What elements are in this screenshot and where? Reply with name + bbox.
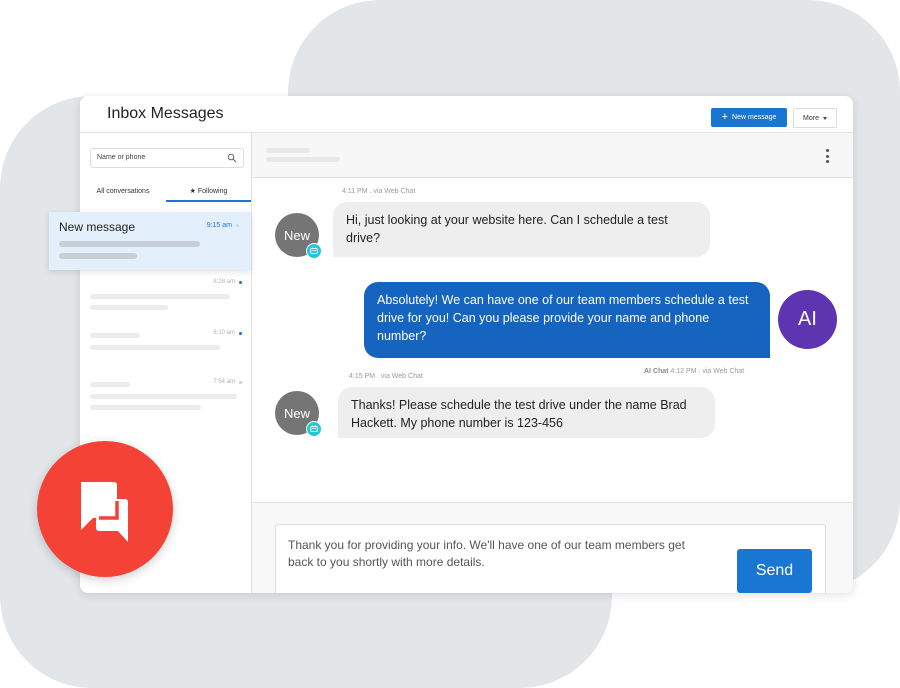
message-meta: AI Chat 4:12 PM . via Web Chat	[644, 368, 744, 375]
read-dot	[239, 381, 242, 384]
conversation-time: 8:10 am	[213, 330, 235, 336]
reply-textarea[interactable]: Thank you for providing your info. We'll…	[275, 524, 826, 593]
new-message-button[interactable]: + New message	[711, 108, 787, 127]
tab-all-conversations[interactable]: All conversations	[80, 182, 166, 200]
conversation-time: 9:15 am	[206, 222, 232, 229]
message-bubble-outgoing: Absolutely! We can have one of our team …	[364, 282, 770, 358]
message-meta-time: 4:12 PM . via Web Chat	[670, 368, 745, 375]
conversation-time: 7:54 am	[213, 379, 235, 385]
composer-area: Thank you for providing your info. We'll…	[252, 502, 853, 593]
read-dot	[236, 224, 239, 227]
contact-avatar: New	[275, 391, 322, 437]
conversation-item[interactable]: 7:54 am	[80, 378, 251, 423]
message-meta: 4:11 PM . via Web Chat	[342, 188, 416, 195]
webchat-badge-icon	[306, 421, 322, 437]
skeleton-line	[59, 241, 200, 247]
skeleton-line	[90, 333, 140, 338]
conversation-item[interactable]: 8:10 am	[80, 329, 251, 374]
contact-avatar: New	[275, 213, 322, 259]
message-bubble-incoming: Thanks! Please schedule the test drive u…	[338, 387, 715, 438]
avatar-label: New	[283, 405, 310, 421]
skeleton-line	[90, 305, 168, 310]
tab-following[interactable]: ★ Following	[166, 182, 251, 202]
chat-bubbles-icon	[81, 482, 128, 542]
conversation-item-selected[interactable]: New message 9:15 am	[49, 212, 251, 270]
chat-header	[252, 133, 853, 178]
skeleton-line	[90, 345, 220, 350]
skeleton-line	[59, 253, 137, 259]
unread-dot	[239, 332, 242, 335]
search-icon	[227, 153, 237, 163]
conversation-name: New message	[59, 220, 136, 234]
skeleton-line	[266, 157, 340, 162]
conversation-time: 8:28 am	[213, 279, 235, 285]
message-bubble-incoming: Hi, just looking at your website here. C…	[333, 202, 710, 257]
webchat-badge-icon	[306, 243, 322, 259]
skeleton-line	[266, 148, 310, 153]
new-message-label: New message	[732, 114, 777, 121]
skeleton-line	[90, 405, 201, 410]
chat-panel: 4:11 PM . via Web Chat New Hi, just look…	[252, 133, 853, 593]
title-bar: Inbox Messages + New message More	[80, 96, 853, 133]
avatar-label: AI	[798, 308, 817, 330]
sender-name: AI Chat	[644, 368, 669, 375]
unread-dot	[239, 281, 242, 284]
more-dropdown-button[interactable]: More	[793, 108, 837, 128]
inbox-window: Inbox Messages + New message More Name o…	[80, 96, 853, 593]
search-input[interactable]: Name or phone	[90, 148, 244, 168]
kebab-menu-icon[interactable]	[825, 149, 829, 163]
conversation-item[interactable]: 8:28 am	[80, 278, 251, 323]
skeleton-line	[90, 294, 230, 299]
chat-bubbles-logo	[37, 441, 173, 577]
conversation-tabs: All conversations ★ Following	[80, 182, 251, 202]
plus-icon: +	[721, 111, 729, 123]
search-placeholder: Name or phone	[97, 154, 146, 161]
message-meta: 4:15 PM . via Web Chat	[349, 373, 423, 380]
send-button[interactable]: Send	[737, 549, 812, 593]
reply-text: Thank you for providing your info. We'll…	[288, 538, 685, 569]
caret-down-icon	[822, 116, 827, 120]
page-title: Inbox Messages	[107, 105, 224, 122]
skeleton-line	[90, 382, 130, 387]
ai-avatar: AI	[778, 290, 837, 349]
more-label: More	[803, 114, 819, 122]
avatar-label: New	[283, 227, 310, 243]
skeleton-line	[90, 394, 237, 399]
